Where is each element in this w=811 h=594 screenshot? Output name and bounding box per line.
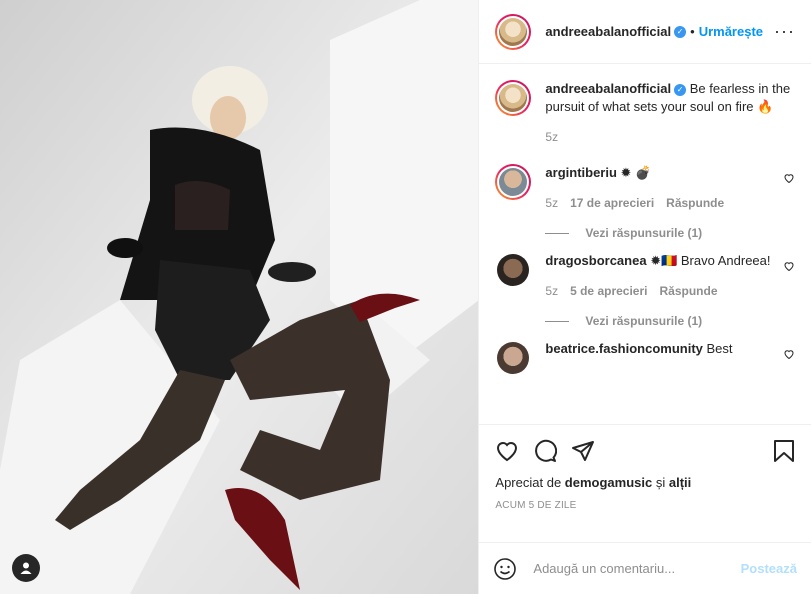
author-avatar[interactable] [495,13,532,50]
heart-icon[interactable] [783,172,795,184]
comment-likes[interactable]: 5 de aprecieri [570,282,647,300]
header-separator: • [690,24,695,39]
comment-row: dragosborcanea ✹🇷🇴 Bravo Andreea! 5z 5 d… [495,252,795,300]
comment-meta: 5z 17 de aprecieri Răspunde [545,194,773,212]
liked-user[interactable]: demogamusic [565,475,652,490]
view-replies-button[interactable]: Vezi răspunsurile (1) [545,314,795,328]
follow-button[interactable]: Urmărește [699,24,763,39]
comment-avatar[interactable] [495,164,532,200]
caption-meta: 5z [545,128,795,146]
post-header: andreeabalanofficial ✓ • Urmărește ··· [479,0,811,64]
caption-username[interactable]: andreeabalanofficial [545,81,671,96]
liked-and: și [655,475,666,490]
comment-username[interactable]: argintiberiu [545,165,617,180]
post-modal: andreeabalanofficial ✓ • Urmărește ··· a… [0,0,811,594]
author-username[interactable]: andreeabalanofficial [545,24,671,39]
view-replies-label: Vezi răspunsurile (1) [585,314,703,328]
action-icons [495,431,795,471]
comment-username[interactable]: dragosborcanea [545,253,646,268]
bookmark-icon[interactable] [773,439,795,463]
comment-text: ✹ 💣 [620,165,652,180]
more-icon[interactable]: ··· [774,21,795,42]
comment-input[interactable] [531,560,741,577]
caption-row: andreeabalanofficial ✓ Be fearless in the… [495,80,795,146]
comment-time[interactable]: 5z [545,194,558,212]
comment-avatar[interactable] [495,252,531,288]
share-icon[interactable] [571,439,595,463]
comments-list[interactable]: andreeabalanofficial ✓ Be fearless in the… [479,64,811,424]
comment-username[interactable]: beatrice.fashioncomunity [545,341,702,356]
comment-meta: 5z 5 de aprecieri Răspunde [545,282,773,300]
add-comment-bar: Postează [479,542,811,594]
verified-icon: ✓ [674,83,687,96]
replies-line [545,320,570,322]
post-sidebar: andreeabalanofficial ✓ • Urmărește ··· a… [478,0,811,594]
replies-line [545,232,570,234]
comment-text: Best [706,341,733,356]
liked-by: Apreciat de demogamusic și alții [495,475,795,490]
comment-row: argintiberiu ✹ 💣 5z 17 de aprecieri Răsp… [495,164,795,212]
comment-icon[interactable] [533,439,558,463]
comment-row: beatrice.fashioncomunity Best [495,340,795,376]
user-tag-button[interactable] [12,554,40,582]
caption-time[interactable]: 5z [545,128,558,146]
post-photo-illustration [0,0,479,594]
comment-likes[interactable]: 17 de aprecieri [570,194,654,212]
view-replies-button[interactable]: Vezi răspunsurile (1) [545,226,795,240]
heart-icon[interactable] [495,439,519,463]
verified-icon: ✓ [674,25,687,38]
emoji-icon[interactable] [493,557,517,581]
post-comment-button[interactable]: Postează [741,561,797,576]
liked-others[interactable]: alții [669,475,691,490]
comment-text: ✹🇷🇴 Bravo Andreea! [650,253,771,268]
post-actions: Apreciat de demogamusic și alții ACUM 5 … [479,424,811,542]
caption-avatar[interactable] [495,80,532,116]
liked-prefix: Apreciat de [495,475,562,490]
heart-icon[interactable] [783,260,795,272]
post-time-ago[interactable]: ACUM 5 DE ZILE [495,500,795,511]
user-tag-icon [20,562,32,574]
reply-button[interactable]: Răspunde [666,194,724,212]
comment-time[interactable]: 5z [545,282,558,300]
heart-icon[interactable] [783,348,795,360]
comment-avatar[interactable] [495,340,531,376]
post-photo[interactable] [0,0,479,594]
view-replies-label: Vezi răspunsurile (1) [585,226,703,240]
reply-button[interactable]: Răspunde [659,282,717,300]
